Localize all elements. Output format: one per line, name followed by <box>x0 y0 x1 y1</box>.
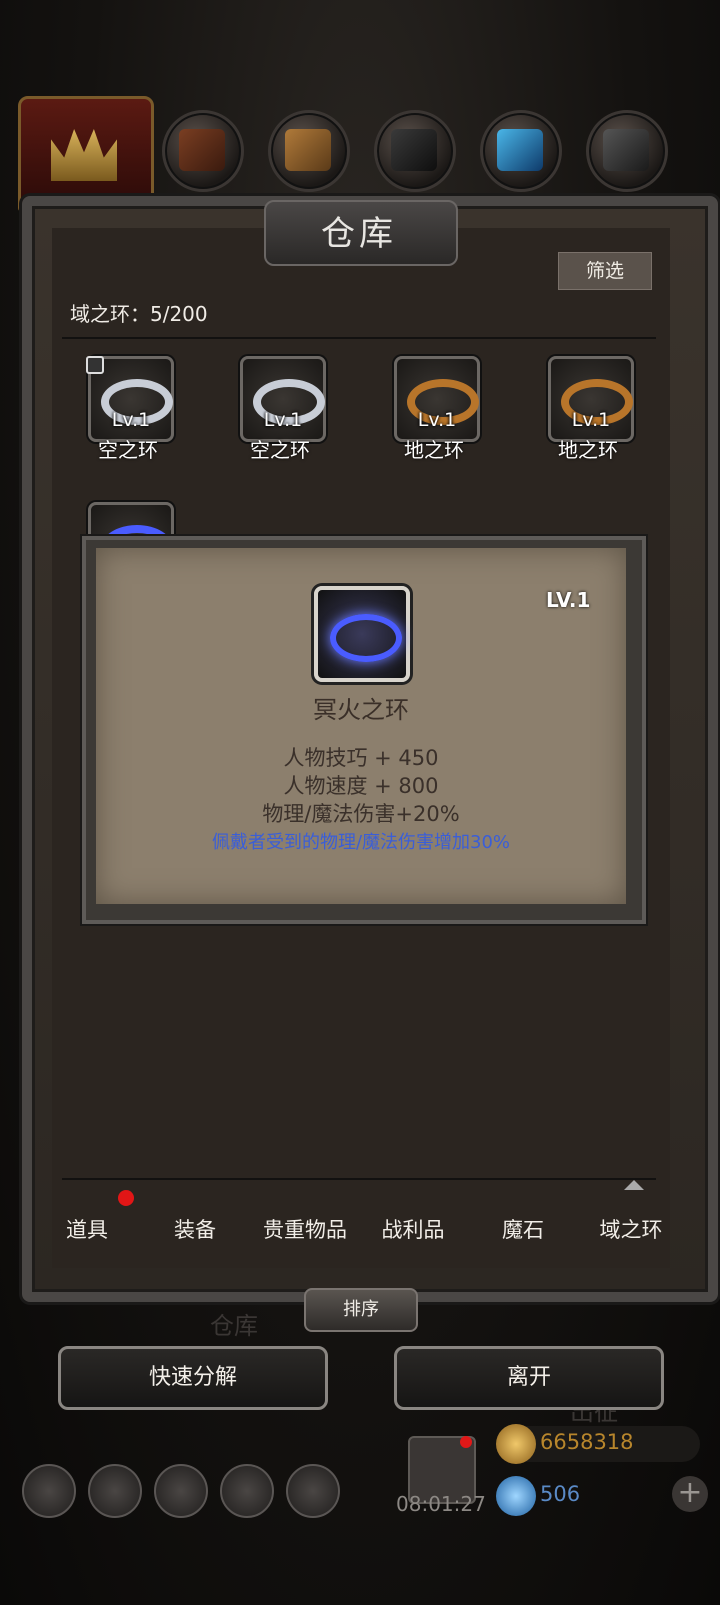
tooltip-level: LV.1 <box>546 588 591 612</box>
notification-badge <box>118 1190 134 1206</box>
hud-menu-icon[interactable] <box>286 1464 340 1518</box>
gold-coin-icon <box>496 1424 536 1464</box>
tab-loot[interactable]: 战利品 <box>358 1214 468 1244</box>
leave-button[interactable]: 离开 <box>394 1346 664 1410</box>
gem-amount: 506 <box>540 1482 581 1506</box>
panel-title: 仓库 <box>321 214 397 254</box>
item-level: Lv.1 <box>263 409 303 431</box>
timer: 08:01:27 <box>396 1492 486 1516</box>
quick-decompose-button[interactable]: 快速分解 <box>58 1346 328 1410</box>
tooltip-stat: 物理/魔法伤害+20% <box>262 802 460 826</box>
sort-button[interactable]: 排序 <box>304 1288 418 1332</box>
item-name: 空之环 <box>98 438 158 462</box>
tab-magic-stone[interactable]: 魔石 <box>468 1214 578 1244</box>
tooltip-stat: 人物技巧 + 450 <box>283 746 439 770</box>
notification-badge <box>460 1436 472 1448</box>
hud-menu-icon[interactable] <box>88 1464 142 1518</box>
item-name: 地之环 <box>404 438 464 462</box>
filter-button[interactable]: 筛选 <box>558 252 652 290</box>
crown-avatar[interactable] <box>18 96 154 212</box>
item-level: Lv.1 <box>111 409 151 431</box>
tab-equipment[interactable]: 装备 <box>140 1214 250 1244</box>
item-count: 域之环：5/200 <box>70 302 208 326</box>
divider <box>62 337 656 339</box>
plank-icon[interactable] <box>268 110 350 192</box>
item-level: Lv.1 <box>417 409 457 431</box>
background-label: 仓库 <box>210 1312 258 1340</box>
tab-domain-ring[interactable]: 域之环 <box>576 1214 686 1244</box>
hud-menu-icon[interactable] <box>154 1464 208 1518</box>
stone-icon[interactable] <box>374 110 456 192</box>
item-slot[interactable]: Lv.1 <box>548 356 634 442</box>
tooltip-stat: 人物速度 + 800 <box>283 774 439 798</box>
gold-amount: 6658318 <box>540 1430 634 1454</box>
item-level: Lv.1 <box>571 409 611 431</box>
hud-menu-icon[interactable] <box>22 1464 76 1518</box>
add-currency-button[interactable]: + <box>672 1476 708 1512</box>
item-slot[interactable]: Lv.1 <box>240 356 326 442</box>
tooltip-special-effect: 佩戴者受到的物理/魔法伤害增加30% <box>211 832 511 853</box>
item-name: 空之环 <box>250 438 310 462</box>
item-slot[interactable]: Lv.1 <box>394 356 480 442</box>
tooltip-item-name: 冥火之环 <box>313 696 409 724</box>
iron-icon[interactable] <box>586 110 668 192</box>
crown-icon <box>51 129 117 181</box>
wood-log-icon[interactable] <box>162 110 244 192</box>
tab-valuables[interactable]: 贵重物品 <box>250 1214 360 1244</box>
gem-icon <box>496 1476 536 1516</box>
tab-items[interactable]: 道具 <box>32 1214 142 1244</box>
mail-icon[interactable] <box>220 1464 274 1518</box>
divider <box>62 1178 656 1180</box>
netherfire-ring-icon <box>314 586 410 682</box>
item-name: 地之环 <box>558 438 618 462</box>
active-tab-indicator <box>624 1180 644 1190</box>
crystal-icon[interactable] <box>480 110 562 192</box>
lock-icon <box>86 356 104 374</box>
